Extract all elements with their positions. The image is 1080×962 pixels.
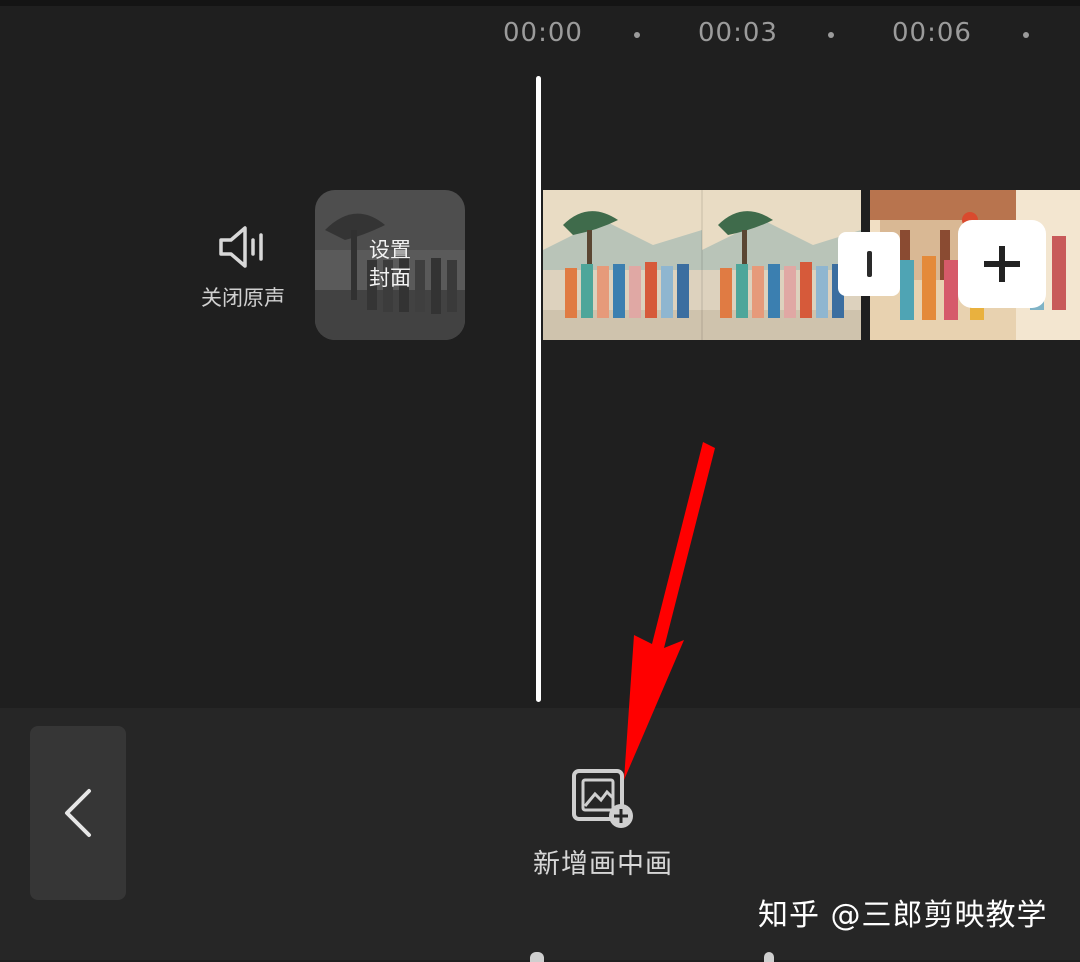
transition-button[interactable]	[838, 232, 900, 296]
tick-dot	[828, 32, 834, 38]
plus-icon	[984, 246, 1020, 282]
playhead[interactable]	[536, 76, 541, 702]
watermark: 知乎 @三郎剪映教学	[758, 898, 1048, 933]
tick-label: 00:03	[698, 18, 778, 48]
partial-icon	[530, 952, 544, 962]
speaker-icon	[219, 226, 263, 268]
cover-label-line: 封面	[369, 266, 411, 290]
add-picture-in-picture-button[interactable]: 新增画中画	[520, 768, 686, 888]
chevron-left-icon	[65, 789, 91, 837]
mute-original-audio-button[interactable]: 关闭原声	[188, 222, 298, 322]
timeline-ruler[interactable]: 00:00 00:03 00:06	[0, 0, 1080, 70]
mute-label: 关闭原声	[201, 286, 285, 310]
add-clip-button[interactable]	[958, 220, 1046, 308]
tick-label: 00:00	[503, 18, 583, 48]
transition-icon	[866, 251, 872, 277]
partial-icon	[764, 952, 774, 962]
cover-label-line: 设置	[369, 238, 411, 262]
pip-label: 新增画中画	[533, 849, 673, 880]
tick-dot	[1023, 32, 1029, 38]
picture-in-picture-add-icon	[572, 769, 633, 828]
back-button[interactable]	[30, 726, 126, 900]
clip-frames-image	[543, 190, 861, 340]
video-clip-1[interactable]	[543, 190, 861, 340]
tick-label: 00:06	[892, 18, 972, 48]
tick-dot	[634, 32, 640, 38]
set-cover-button[interactable]: 设置 封面	[315, 190, 465, 340]
cover-label: 设置 封面	[315, 236, 465, 292]
